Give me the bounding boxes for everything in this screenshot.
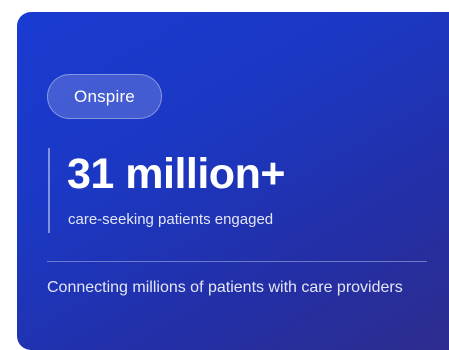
stat-value: 31 million+ (67, 150, 285, 198)
stat-card: Onspire 31 million+ care-seeking patient… (17, 12, 449, 350)
company-badge: Onspire (47, 74, 162, 119)
stat-accent-bar (48, 148, 50, 233)
stat-caption: care-seeking patients engaged (68, 211, 274, 228)
divider (47, 261, 427, 262)
card-description: Connecting millions of patients with car… (47, 279, 403, 296)
